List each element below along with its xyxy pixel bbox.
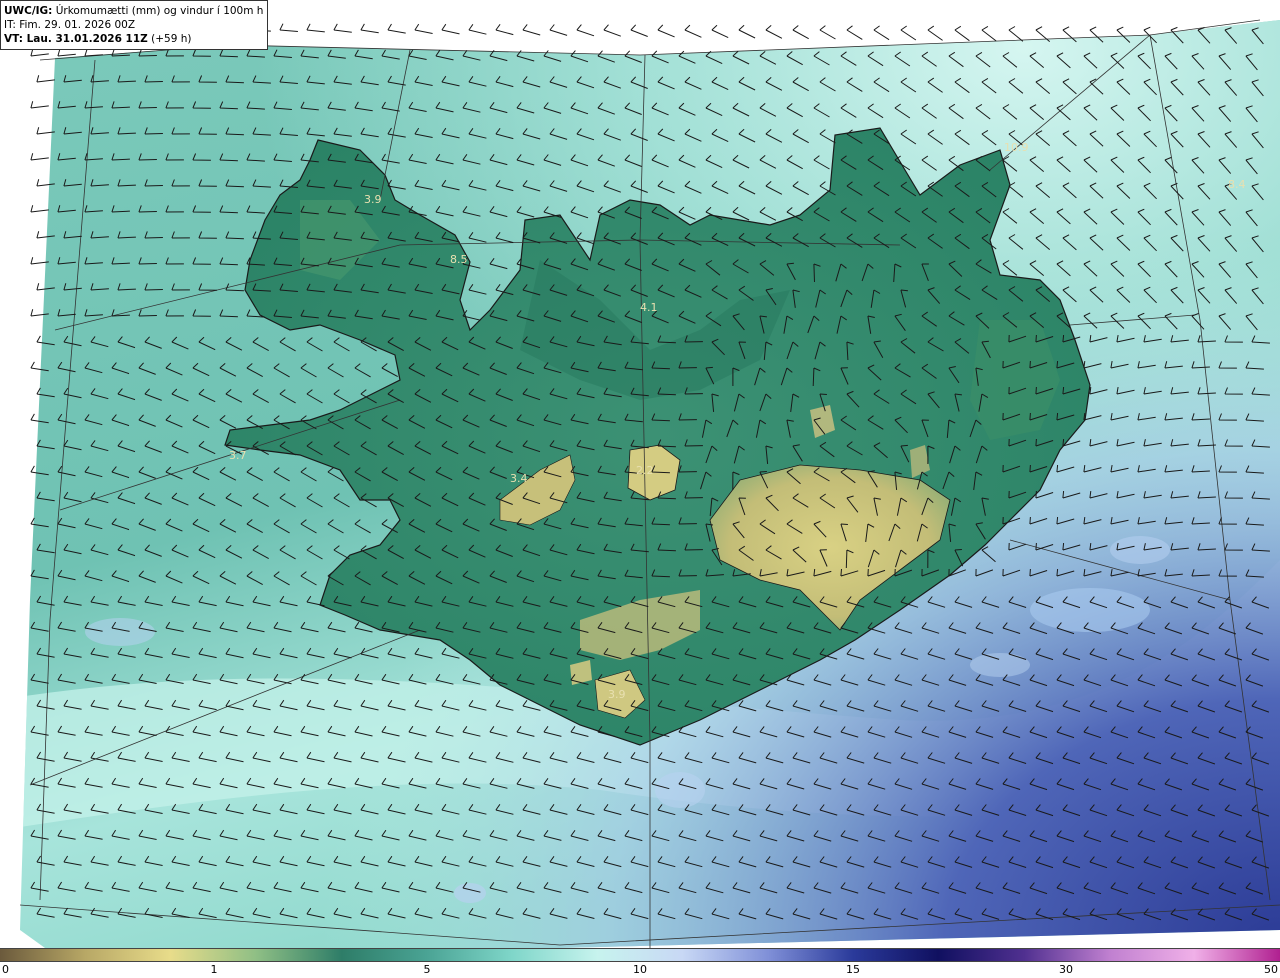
colorbar-tick: 50	[1264, 963, 1278, 976]
lead-time: (+59 h)	[151, 33, 192, 45]
issue-time: IT: Fim. 29. 01. 2026 00Z	[4, 19, 136, 31]
valid-time: VT: Lau. 31.01.2026 11Z	[4, 33, 148, 45]
title-row: UWC/IG: Úrkomumætti (mm) og vindur í 100…	[4, 4, 264, 18]
model-name: UWC/IG:	[4, 5, 53, 17]
colorbar-tick: 15	[846, 963, 860, 976]
value-label: 3.9	[364, 193, 382, 206]
colorbar-tick: 5	[423, 963, 431, 976]
value-label: 4.1	[640, 301, 658, 314]
colorbar-tick: 10	[633, 963, 647, 976]
value-label: 3.7	[229, 449, 247, 462]
value-label: 3.4	[510, 472, 528, 485]
map-title: Úrkomumætti (mm) og vindur í 100m hæð	[55, 5, 264, 17]
value-label: 3.9	[608, 688, 626, 701]
colorbar-strip	[0, 948, 1280, 962]
forecast-info-box: UWC/IG: Úrkomumætti (mm) og vindur í 100…	[0, 0, 268, 50]
value-label: 2.2	[636, 464, 654, 477]
map-area: 3.9 8.5 4.1 10.9 8.4 3.7 3.4 2.2 3.9	[0, 0, 1280, 948]
precipitation-wind-map: 3.9 8.5 4.1 10.9 8.4 3.7 3.4 2.2 3.9	[0, 0, 1280, 948]
colorbar-legend: 0 1 5 10 15 30 50	[0, 948, 1280, 978]
valid-time-row: VT: Lau. 31.01.2026 11Z (+59 h)	[4, 32, 264, 46]
colorbar-tick: 1	[210, 963, 218, 976]
colorbar-tick: 0	[2, 963, 9, 976]
value-label: 10.9	[1004, 141, 1029, 154]
colorbar-tick: 30	[1059, 963, 1073, 976]
value-label: 8.4	[1228, 178, 1246, 191]
value-label: 8.5	[450, 253, 468, 266]
